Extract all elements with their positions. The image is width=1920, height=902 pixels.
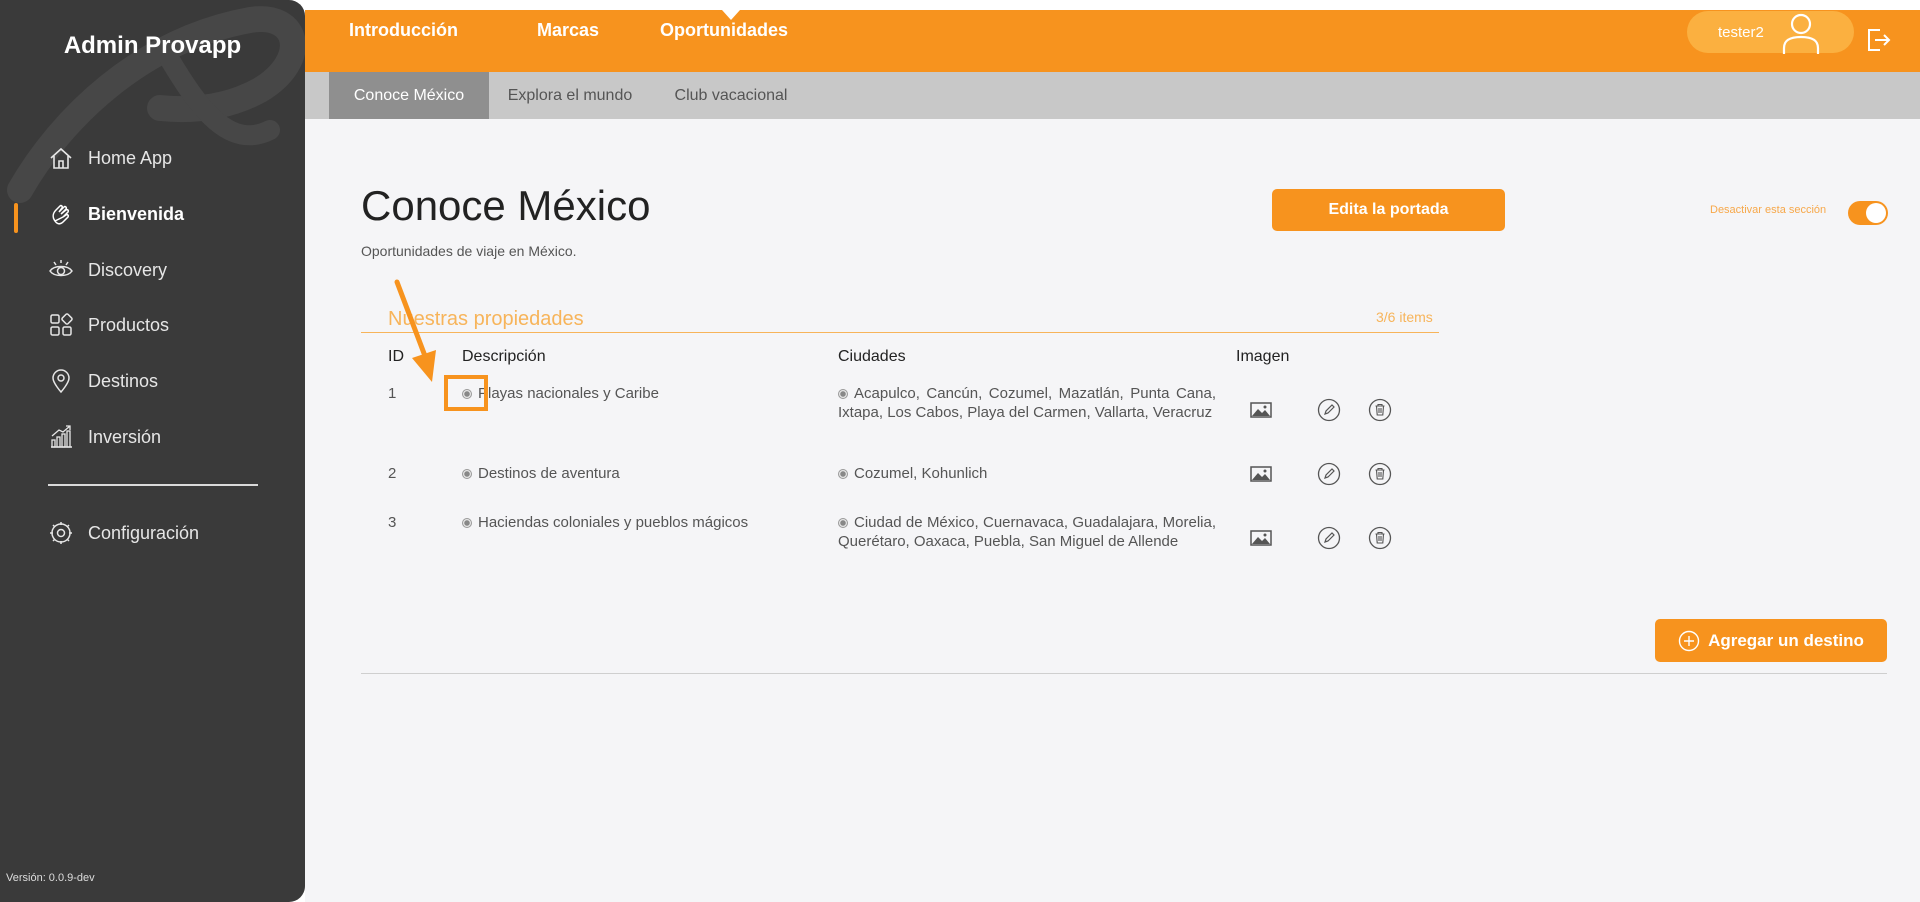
- home-icon: [50, 147, 72, 169]
- active-tab-notch: [722, 10, 740, 20]
- sidebar-item-label: Configuración: [88, 522, 200, 543]
- sidebar-item-home-app[interactable]: Home App: [48, 141, 172, 175]
- row-cities: Cozumel, Kohunlich: [838, 464, 1216, 483]
- section-title: Nuestras propiedades: [388, 308, 584, 330]
- delete-trash-icon[interactable]: [1368, 462, 1392, 486]
- sidebar-item-label: Destinos: [88, 370, 159, 391]
- column-header-descripcion: Descripción: [462, 348, 546, 365]
- sidebar-item-label: Discovery: [88, 259, 168, 280]
- app-brand-title: Admin Provapp: [63, 32, 242, 59]
- edit-pencil-icon[interactable]: [1317, 398, 1341, 422]
- row-description: Destinos de aventura: [462, 464, 620, 483]
- image-icon[interactable]: [1249, 398, 1273, 422]
- plus-circle-icon: [1678, 630, 1700, 651]
- topnav-marcas[interactable]: Marcas: [537, 20, 599, 41]
- section-toggle-label: Desactivar esta sección: [1710, 204, 1827, 216]
- row-description-text: Destinos de aventura: [478, 465, 620, 482]
- sidebar-item-configuracion[interactable]: Configuración: [48, 516, 199, 550]
- edit-cover-button[interactable]: Edita la portada: [1272, 189, 1505, 231]
- column-header-imagen: Imagen: [1236, 348, 1290, 365]
- products-grid-icon: [50, 313, 73, 336]
- user-name: tester2: [1718, 24, 1764, 41]
- sidebar-item-label: Home App: [88, 147, 173, 168]
- content-divider: [361, 673, 1887, 674]
- sidebar-divider: [48, 484, 258, 486]
- sidebar-item-label: Productos: [88, 314, 170, 335]
- bullet-icon: [838, 469, 848, 480]
- active-nav-indicator: [14, 203, 18, 233]
- drag-handle-icon[interactable]: [462, 518, 472, 529]
- sidebar-item-destinos[interactable]: Destinos: [48, 364, 158, 398]
- row-cities-text: Cozumel, Kohunlich: [854, 465, 988, 482]
- bullet-icon: [838, 389, 848, 400]
- image-icon[interactable]: [1249, 462, 1273, 486]
- sidebar-item-inversion[interactable]: Inversión: [48, 420, 161, 454]
- delete-trash-icon[interactable]: [1368, 398, 1392, 422]
- annotation-highlight-box: [444, 375, 488, 411]
- add-destination-button[interactable]: Agregar un destino: [1655, 619, 1887, 662]
- column-header-id: ID: [388, 348, 404, 365]
- section-underline: [361, 332, 1439, 333]
- tab-club-vacacional[interactable]: Club vacacional: [659, 72, 803, 119]
- delete-trash-icon[interactable]: [1368, 526, 1392, 550]
- toggle-knob: [1866, 203, 1886, 223]
- growth-chart-icon: [51, 425, 72, 448]
- items-count: 3/6 items: [1376, 309, 1433, 325]
- settings-gear-icon: [50, 522, 72, 544]
- waving-hand-icon: [52, 204, 69, 225]
- page-title: Conoce México: [361, 182, 651, 229]
- row-id: 3: [388, 514, 397, 531]
- row-description-text: Haciendas coloniales y pueblos mágicos: [478, 514, 749, 531]
- tab-conoce-mexico[interactable]: Conoce México: [329, 72, 489, 119]
- location-pin-icon: [52, 369, 70, 394]
- sidebar-item-label: Bienvenida: [88, 203, 185, 224]
- row-cities-text: Ciudad de México, Cuernavaca, Guadalajar…: [838, 514, 1216, 550]
- row-cities: Acapulco, Cancún, Cozumel, Mazatlán, Pun…: [838, 384, 1216, 422]
- row-description: Playas nacionales y Caribe: [462, 384, 659, 403]
- row-id: 2: [388, 465, 397, 482]
- drag-handle-icon[interactable]: [462, 469, 472, 480]
- column-header-ciudades: Ciudades: [838, 348, 906, 365]
- row-description: Haciendas coloniales y pueblos mágicos: [462, 513, 748, 532]
- sidebar-item-bienvenida[interactable]: Bienvenida: [48, 197, 184, 231]
- user-menu[interactable]: [1687, 11, 1854, 53]
- sidebar-item-discovery[interactable]: Discovery: [48, 253, 167, 287]
- row-cities-text: Acapulco, Cancún, Cozumel, Mazatlán, Pun…: [838, 385, 1216, 421]
- sidebar: Admin Provapp Home App Bienvenida Discov…: [0, 0, 305, 902]
- row-description-text: Playas nacionales y Caribe: [478, 385, 659, 402]
- tab-explora-el-mundo[interactable]: Explora el mundo: [493, 72, 647, 119]
- add-destination-label: Agregar un destino: [1708, 630, 1864, 650]
- section-toggle-switch[interactable]: [1848, 201, 1888, 225]
- eye-icon: [49, 260, 73, 277]
- topnav-oportunidades[interactable]: Oportunidades: [660, 20, 788, 41]
- sidebar-item-label: Inversión: [88, 426, 162, 447]
- app-version: Versión: 0.0.9-dev: [6, 872, 95, 884]
- topnav-introduccion[interactable]: Introducción: [349, 20, 458, 41]
- edit-pencil-icon[interactable]: [1317, 526, 1341, 550]
- row-id: 1: [388, 385, 397, 402]
- bullet-icon: [838, 518, 848, 529]
- image-icon[interactable]: [1249, 526, 1273, 550]
- page-subtitle: Oportunidades de viaje en México.: [361, 243, 577, 259]
- row-cities: Ciudad de México, Cuernavaca, Guadalajar…: [838, 513, 1216, 551]
- main-content: [305, 119, 1920, 902]
- edit-pencil-icon[interactable]: [1317, 462, 1341, 486]
- logout-icon[interactable]: [1864, 26, 1892, 54]
- sidebar-item-productos[interactable]: Productos: [48, 308, 169, 342]
- user-avatar-icon[interactable]: [1778, 10, 1824, 56]
